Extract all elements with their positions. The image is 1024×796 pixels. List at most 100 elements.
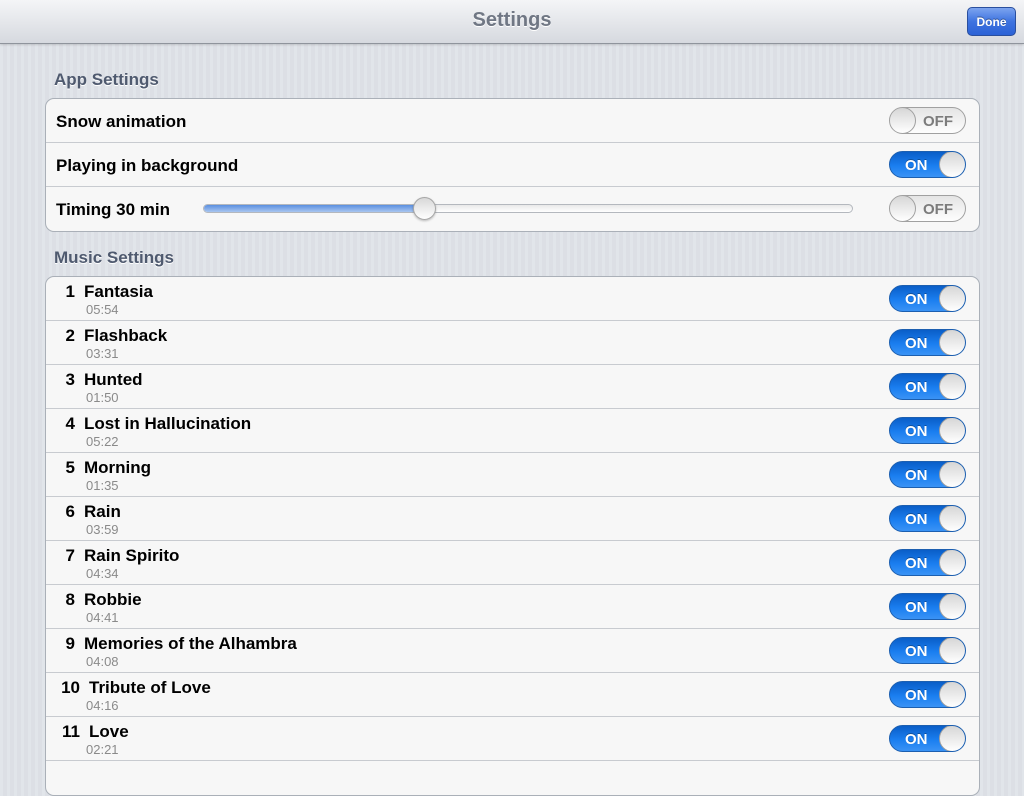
toggle-knob	[939, 462, 965, 487]
toggle-knob	[939, 726, 965, 751]
toggle-knob	[939, 638, 965, 663]
toggle-state-label: ON	[905, 731, 928, 748]
track-toggle[interactable]: ON	[889, 505, 966, 532]
playing-background-label: Playing in background	[56, 156, 239, 175]
toggle-state-label: ON	[905, 599, 928, 616]
track-toggle[interactable]: ON	[889, 417, 966, 444]
track-number: 8	[65, 590, 75, 609]
track-toggle[interactable]: ON	[889, 329, 966, 356]
app-settings-group: Snow animation OFF Playing in background…	[45, 98, 980, 232]
track-title: Robbie	[84, 590, 142, 609]
track-row: 2 Flashback 03:31 ON	[46, 321, 979, 365]
track-toggle[interactable]: ON	[889, 285, 966, 312]
track-row: 6 Rain 03:59 ON	[46, 497, 979, 541]
track-title: Tribute of Love	[89, 678, 211, 697]
track-row: 11 Love 02:21 ON	[46, 717, 979, 761]
track-title: Rain	[84, 502, 121, 521]
track-duration: 04:41	[86, 610, 119, 625]
toggle-knob	[939, 374, 965, 399]
track-number: 3	[65, 370, 75, 389]
toggle-state-label: ON	[905, 511, 928, 528]
toggle-state-label: OFF	[923, 201, 953, 218]
toggle-state-label: ON	[905, 157, 928, 174]
track-duration: 02:21	[86, 742, 119, 757]
music-settings-group: 1 Fantasia 05:54 ON 2 Flashback 03:31 ON…	[45, 276, 980, 796]
music-settings-header: Music Settings	[54, 248, 174, 267]
snow-animation-label: Snow animation	[56, 112, 187, 131]
track-row: 5 Morning 01:35 ON	[46, 453, 979, 497]
track-duration: 04:08	[86, 654, 119, 669]
toggle-knob	[939, 594, 965, 619]
toggle-knob	[939, 550, 965, 575]
track-duration: 03:31	[86, 346, 119, 361]
done-button[interactable]: Done	[967, 7, 1016, 36]
track-number: 9	[65, 634, 75, 653]
track-toggle[interactable]: ON	[889, 461, 966, 488]
toggle-knob	[890, 196, 916, 221]
page-title: Settings	[472, 9, 552, 31]
toggle-knob	[939, 506, 965, 531]
track-title: Hunted	[84, 370, 143, 389]
timing-toggle[interactable]: OFF	[889, 195, 966, 222]
playing-background-row: Playing in background ON	[46, 143, 979, 187]
track-number: 6	[65, 502, 75, 521]
app-settings-header: App Settings	[54, 70, 159, 89]
track-duration: 04:34	[86, 566, 119, 581]
track-number: 5	[65, 458, 75, 477]
toggle-knob	[939, 330, 965, 355]
track-toggle[interactable]: ON	[889, 373, 966, 400]
toggle-knob	[939, 418, 965, 443]
track-toggle[interactable]: ON	[889, 637, 966, 664]
toggle-state-label: OFF	[923, 113, 953, 130]
toggle-state-label: ON	[905, 423, 928, 440]
track-title: Lost in Hallucination	[84, 414, 252, 433]
toggle-state-label: ON	[905, 555, 928, 572]
track-number: 2	[65, 326, 75, 345]
track-number: 4	[65, 414, 75, 433]
snow-animation-row: Snow animation OFF	[46, 99, 979, 143]
toggle-state-label: ON	[905, 687, 928, 704]
toggle-state-label: ON	[905, 335, 928, 352]
toggle-state-label: ON	[905, 643, 928, 660]
track-duration: 05:22	[86, 434, 119, 449]
playing-background-toggle[interactable]: ON	[889, 151, 966, 178]
navigation-bar: Settings Done	[0, 0, 1024, 44]
track-duration: 04:16	[86, 698, 119, 713]
track-duration: 01:50	[86, 390, 119, 405]
toggle-state-label: ON	[905, 379, 928, 396]
toggle-knob	[890, 108, 916, 133]
toggle-state-label: ON	[905, 467, 928, 484]
timing-label: Timing 30 min	[56, 200, 170, 219]
track-toggle[interactable]: ON	[889, 725, 966, 752]
track-title: Flashback	[84, 326, 168, 345]
track-title: Rain Spirito	[84, 546, 180, 565]
track-duration: 05:54	[86, 302, 119, 317]
track-title: Memories of the Alhambra	[84, 634, 297, 653]
track-toggle[interactable]: ON	[889, 549, 966, 576]
track-row: 7 Rain Spirito 04:34 ON	[46, 541, 979, 585]
snow-animation-toggle[interactable]: OFF	[889, 107, 966, 134]
track-title: Love	[89, 722, 129, 741]
track-number: 10	[61, 678, 80, 697]
track-number: 1	[65, 282, 75, 301]
track-duration: 03:59	[86, 522, 119, 537]
timing-slider[interactable]	[203, 197, 853, 220]
track-title: Morning	[84, 458, 152, 477]
track-row: 8 Robbie 04:41 ON	[46, 585, 979, 629]
track-toggle[interactable]: ON	[889, 593, 966, 620]
track-row: 4 Lost in Hallucination 05:22 ON	[46, 409, 979, 453]
timing-row: Timing 30 min OFF	[46, 187, 979, 231]
track-duration: 01:35	[86, 478, 119, 493]
track-title: Fantasia	[84, 282, 153, 301]
track-row: 1 Fantasia 05:54 ON	[46, 277, 979, 321]
toggle-state-label: ON	[905, 291, 928, 308]
track-number: 11	[62, 722, 80, 741]
toggle-knob	[939, 286, 965, 311]
track-row: 10 Tribute of Love 04:16 ON	[46, 673, 979, 717]
timing-slider-thumb[interactable]	[413, 197, 437, 220]
toggle-knob	[939, 682, 965, 707]
track-row: 9 Memories of the Alhambra 04:08 ON	[46, 629, 979, 673]
track-number: 7	[65, 546, 75, 565]
timing-slider-fill	[204, 205, 425, 212]
track-toggle[interactable]: ON	[889, 681, 966, 708]
